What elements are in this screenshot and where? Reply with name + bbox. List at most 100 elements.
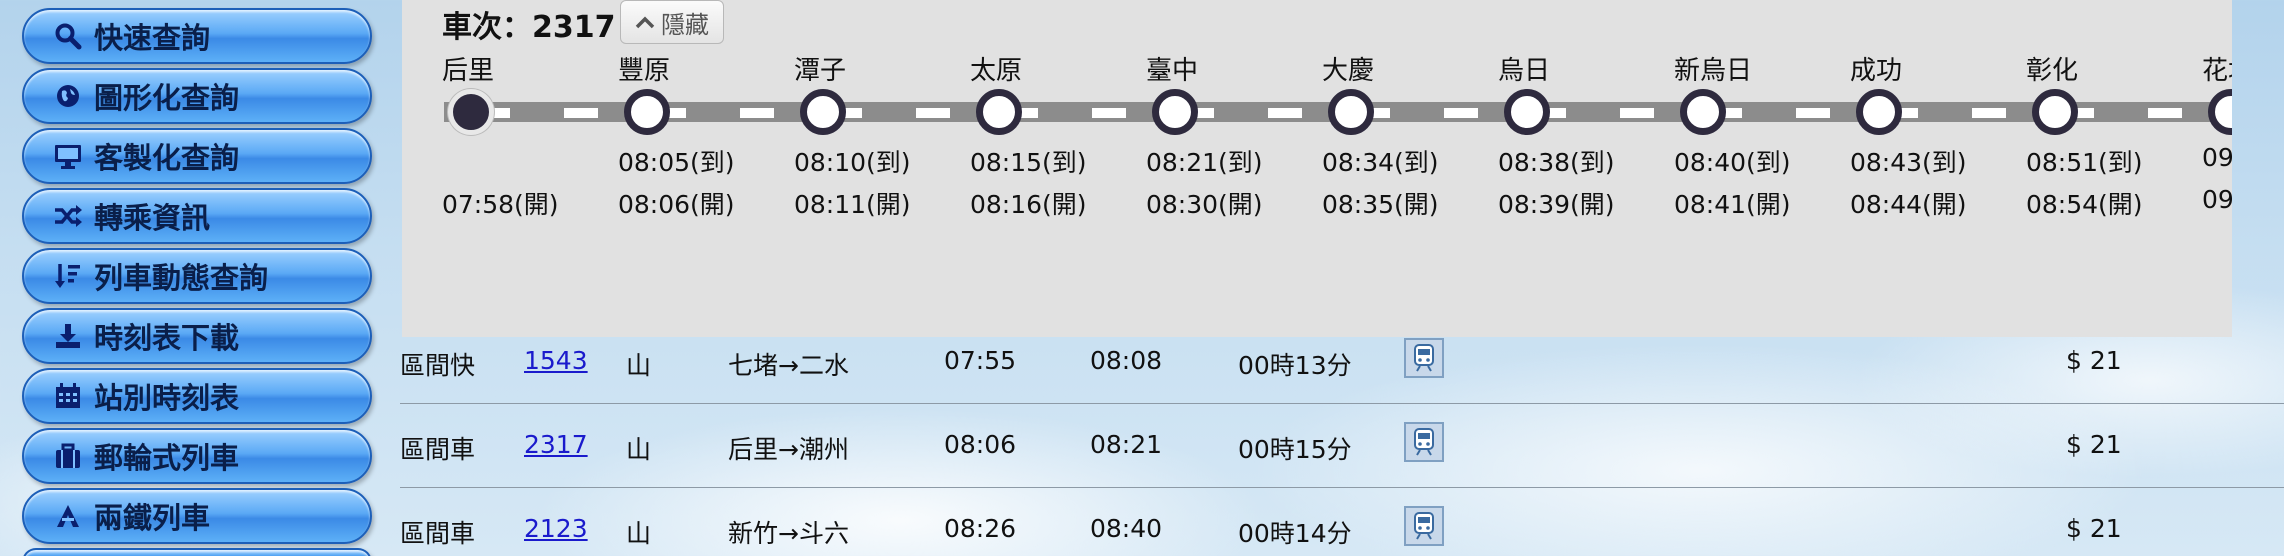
line-type: 山 xyxy=(626,435,652,464)
menu-label: 站別時刻表 xyxy=(94,381,240,415)
station-node xyxy=(976,89,1022,135)
menu-label: 兩鐵列車 xyxy=(94,501,211,535)
table-row: 區間車 2123 山 新竹→斗六 08:26 08:40 00時14分 $ 21 xyxy=(400,488,2284,556)
station-name: 太原 xyxy=(970,56,1023,86)
arrive-time: 08:38(到) xyxy=(1498,148,1615,177)
train-icon[interactable] xyxy=(1404,506,1444,546)
depart-time: 08:44(開) xyxy=(1850,190,1967,219)
station-stop: 太原 08:15(到) 08:16(開) xyxy=(970,0,1170,337)
menu-quick-search-button[interactable]: 快速查詢 xyxy=(22,8,372,64)
train-number-link[interactable]: 2317 xyxy=(524,430,588,459)
station-node xyxy=(1856,89,1902,135)
menu-label: 快速查詢 xyxy=(94,21,211,55)
depart-time: 07:55 xyxy=(944,346,1017,375)
station-node xyxy=(1328,89,1374,135)
arrive-time: 08:21 xyxy=(1090,430,1163,459)
shuffle-icon xyxy=(52,200,84,232)
station-stop: 烏日 08:38(到) 08:39(開) xyxy=(1498,0,1698,337)
menu-more-button[interactable] xyxy=(22,548,372,556)
arrive-time: 08:40 xyxy=(1090,514,1163,543)
station-name: 后里 xyxy=(442,56,495,86)
monitor-icon xyxy=(52,140,84,172)
arrive-time: 08:21(到) xyxy=(1146,148,1263,177)
line-type: 山 xyxy=(626,351,652,380)
arrive-time: 09:0 xyxy=(2202,143,2232,172)
duration: 00時13分 xyxy=(1238,351,1352,380)
station-stop: 花壇 09:0 09:0 xyxy=(2202,0,2232,337)
fare: $ 21 xyxy=(2066,430,2122,459)
current-station-node xyxy=(448,89,494,135)
depart-time: 09:0 xyxy=(2202,185,2232,214)
station-stop: 臺中 08:21(到) 08:30(開) xyxy=(1146,0,1346,337)
menu-label: 轉乘資訊 xyxy=(94,201,211,235)
station-stop: 潭子 08:10(到) 08:11(開) xyxy=(794,0,994,337)
route: 新竹→斗六 xyxy=(728,519,849,548)
side-menu: 快速查詢 圖形化查詢 客製化查詢 轉乘資訊 列車動態查詢 時刻表下載 站別時刻表… xyxy=(22,8,372,556)
station-name: 臺中 xyxy=(1146,56,1199,86)
station-node xyxy=(2032,89,2078,135)
duration: 00時15分 xyxy=(1238,435,1352,464)
station-stop: 大慶 08:34(到) 08:35(開) xyxy=(1322,0,1522,337)
menu-label: 圖形化查詢 xyxy=(94,81,240,115)
depart-time: 08:11(開) xyxy=(794,190,911,219)
station-stop: 豐原 08:05(到) 08:06(開) xyxy=(618,0,818,337)
menu-label: 客製化查詢 xyxy=(94,141,240,175)
train-number-link[interactable]: 2123 xyxy=(524,514,588,543)
menu-timetable-download-button[interactable]: 時刻表下載 xyxy=(22,308,372,364)
arrive-time: 08:05(到) xyxy=(618,148,735,177)
train-type: 區間車 xyxy=(400,519,476,548)
arrive-time: 08:40(到) xyxy=(1674,148,1791,177)
station-stop: 成功 08:43(到) 08:44(開) xyxy=(1850,0,2050,337)
sort-icon xyxy=(52,260,84,292)
station-node xyxy=(624,89,670,135)
arrive-time: 08:51(到) xyxy=(2026,148,2143,177)
menu-custom-search-button[interactable]: 客製化查詢 xyxy=(22,128,372,184)
station-name: 烏日 xyxy=(1498,56,1551,86)
search-icon xyxy=(52,20,84,52)
download-icon xyxy=(52,320,84,352)
station-stop: 彰化 08:51(到) 08:54(開) xyxy=(2026,0,2226,337)
route: 后里→潮州 xyxy=(728,435,849,464)
route: 七堵→二水 xyxy=(728,351,849,380)
menu-bike-train-button[interactable]: 兩鐵列車 xyxy=(22,488,372,544)
station-node xyxy=(2208,89,2232,135)
depart-time: 08:30(開) xyxy=(1146,190,1263,219)
menu-cruise-train-button[interactable]: 郵輪式列車 xyxy=(22,428,372,484)
depart-time: 08:26 xyxy=(944,514,1017,543)
train-type: 區間車 xyxy=(400,435,476,464)
suitcase-icon xyxy=(52,440,84,472)
station-name: 彰化 xyxy=(2026,56,2079,86)
fare: $ 21 xyxy=(2066,346,2122,375)
station-name: 潭子 xyxy=(794,56,847,86)
fare: $ 21 xyxy=(2066,514,2122,543)
depart-time: 08:16(開) xyxy=(970,190,1087,219)
depart-time: 07:58(開) xyxy=(442,190,559,219)
station-name: 成功 xyxy=(1850,56,1903,86)
depart-time: 08:06 xyxy=(944,430,1017,459)
depart-time: 08:54(開) xyxy=(2026,190,2143,219)
station-node xyxy=(1152,89,1198,135)
menu-transfer-info-button[interactable]: 轉乘資訊 xyxy=(22,188,372,244)
train-number-link[interactable]: 1543 xyxy=(524,346,588,375)
station-node xyxy=(800,89,846,135)
menu-graphic-search-button[interactable]: 圖形化查詢 xyxy=(22,68,372,124)
train-icon[interactable] xyxy=(1404,422,1444,462)
station-name: 豐原 xyxy=(618,56,671,86)
station-name: 花壇 xyxy=(2202,56,2232,86)
depart-time: 08:06(開) xyxy=(618,190,735,219)
depart-time: 08:41(開) xyxy=(1674,190,1791,219)
arrive-time: 08:43(到) xyxy=(1850,148,1967,177)
menu-station-timetable-button[interactable]: 站別時刻表 xyxy=(22,368,372,424)
table-row: 區間車 2317 山 后里→潮州 08:06 08:21 00時15分 $ 21 xyxy=(400,404,2284,488)
globe-icon xyxy=(52,80,84,112)
calendar-icon xyxy=(52,380,84,412)
arrive-time: 08:34(到) xyxy=(1322,148,1439,177)
train-icon[interactable] xyxy=(1404,338,1444,378)
menu-label: 列車動態查詢 xyxy=(94,261,269,295)
arrive-time: 08:10(到) xyxy=(794,148,911,177)
station-stop: 后里 07:58(開) xyxy=(442,0,642,337)
menu-train-status-button[interactable]: 列車動態查詢 xyxy=(22,248,372,304)
line-type: 山 xyxy=(626,519,652,548)
menu-label: 郵輪式列車 xyxy=(94,441,240,475)
station-stop: 新烏日 08:40(到) 08:41(開) xyxy=(1674,0,1874,337)
